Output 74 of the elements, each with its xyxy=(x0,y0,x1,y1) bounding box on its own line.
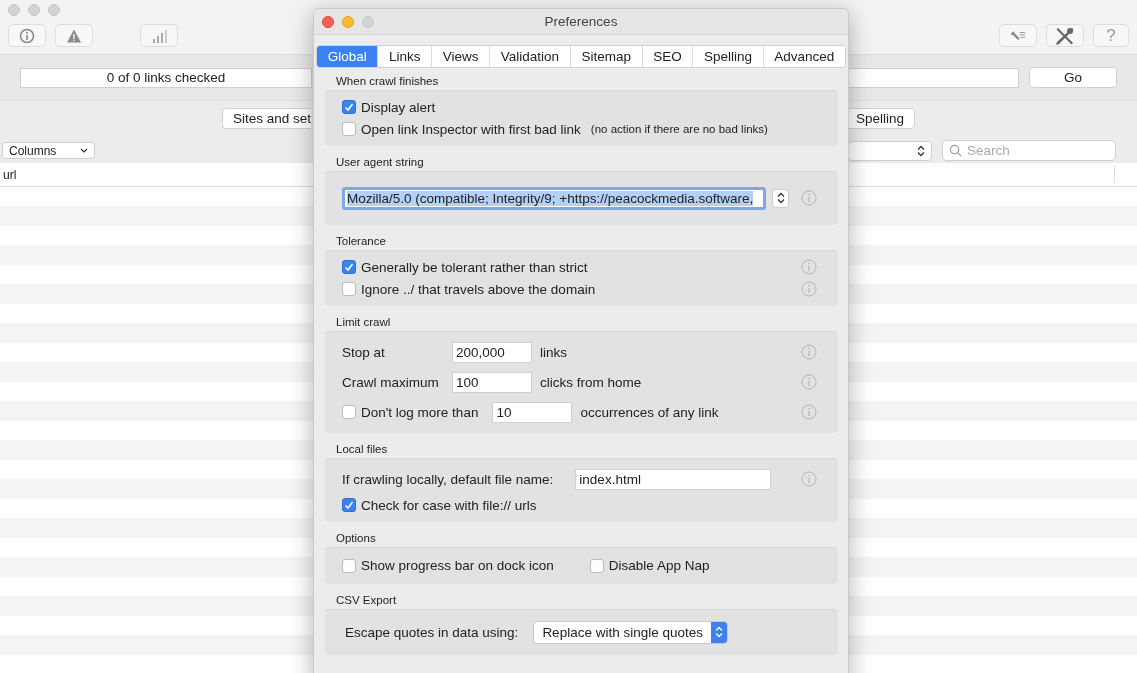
wrench-list-button[interactable] xyxy=(999,24,1037,47)
checkbox[interactable] xyxy=(342,260,356,274)
unit-label: links xyxy=(540,344,567,360)
tab[interactable]: Global xyxy=(317,46,379,67)
info-button[interactable] xyxy=(8,24,46,47)
checkbox[interactable] xyxy=(342,405,356,419)
section-title: CSV Export xyxy=(335,593,397,608)
hint-text: (no action if there are no bad links) xyxy=(590,123,768,135)
view-tab[interactable]: Sites and set xyxy=(222,108,312,129)
info-icon[interactable] xyxy=(801,374,817,390)
checkbox-label[interactable]: Don't log more than xyxy=(361,404,479,420)
info-icon[interactable] xyxy=(801,259,817,275)
unit-label: clicks from home xyxy=(540,374,642,390)
stepper-icon xyxy=(917,144,925,157)
tools-icon xyxy=(1055,25,1075,46)
stepper-icon xyxy=(776,192,785,204)
checkbox-label[interactable]: Ignore ../ that travels above the domain xyxy=(361,281,596,297)
checkbox[interactable] xyxy=(342,282,356,296)
checkbox-label[interactable]: Open link Inspector with first bad link xyxy=(361,121,581,137)
checkbox-label[interactable]: Disable App Nap xyxy=(608,558,710,573)
input-field[interactable]: 100 xyxy=(452,371,532,393)
field-label: Stop at xyxy=(342,344,386,360)
checkbox-label[interactable]: Display alert xyxy=(361,99,436,115)
close-button[interactable] xyxy=(8,4,20,16)
minimize-button[interactable] xyxy=(342,15,354,28)
go-button[interactable]: Go xyxy=(1029,67,1117,88)
checkbox-label[interactable]: Generally be tolerant rather than strict xyxy=(361,259,588,275)
columns-dropdown[interactable]: Columns xyxy=(2,142,95,159)
column-header[interactable]: url xyxy=(3,167,17,182)
section-title: Limit crawl xyxy=(335,315,391,330)
zoom-button[interactable] xyxy=(362,15,374,28)
quotes-dropdown[interactable]: Replace with single quotes xyxy=(533,620,728,644)
zoom-button[interactable] xyxy=(48,4,60,16)
user-agent-field[interactable]: Mozilla/5.0 (compatible; Integrity/9; +https://peacockmedia.software, xyxy=(342,186,766,210)
chart-button[interactable] xyxy=(140,24,178,47)
checkbox-label[interactable]: Check for case with file:// urls xyxy=(361,497,537,513)
info-icon[interactable] xyxy=(801,404,817,420)
input-field[interactable]: 10 xyxy=(492,401,573,423)
checkbox[interactable] xyxy=(342,558,356,573)
info-icon[interactable] xyxy=(801,281,817,297)
url-field[interactable] xyxy=(847,67,1019,88)
minimize-button[interactable] xyxy=(28,4,40,16)
search-icon xyxy=(949,144,962,157)
warning-icon xyxy=(66,27,82,44)
checkbox[interactable] xyxy=(342,122,356,136)
stepper-button[interactable] xyxy=(772,188,789,208)
checkbox-label[interactable]: Show progress bar on dock icon xyxy=(361,558,554,573)
section-title: Options xyxy=(335,531,376,546)
filter-dropdown[interactable] xyxy=(848,140,932,161)
section-title: When crawl finishes xyxy=(335,74,439,89)
unit-label: occurrences of any link xyxy=(580,404,719,420)
field-label: If crawling locally, default file name: xyxy=(342,471,554,487)
section-title: Local files xyxy=(335,442,388,457)
info-icon[interactable] xyxy=(801,471,817,487)
input-field[interactable]: 200,000 xyxy=(452,341,532,363)
checkbox[interactable] xyxy=(342,498,356,512)
close-button[interactable] xyxy=(322,15,334,28)
info-icon xyxy=(19,27,35,44)
section-title: Tolerance xyxy=(335,234,386,249)
chevron-icon xyxy=(80,148,88,153)
bars-icon xyxy=(151,27,167,44)
warning-button[interactable] xyxy=(55,24,93,47)
progress-field: 0 of 0 links checked xyxy=(20,67,312,88)
info-icon[interactable] xyxy=(801,344,817,360)
input-field[interactable]: index.html xyxy=(575,468,772,490)
field-label: Escape quotes in data using: xyxy=(345,624,519,640)
section-title: User agent string xyxy=(335,155,424,170)
checkbox[interactable] xyxy=(589,558,604,573)
field-label: Crawl maximum xyxy=(342,374,440,390)
window-title: Preferences xyxy=(543,14,619,29)
stepper-icon xyxy=(715,626,723,638)
checkbox[interactable] xyxy=(342,100,356,114)
info-icon[interactable] xyxy=(801,190,817,206)
tools-button[interactable] xyxy=(1046,24,1084,47)
